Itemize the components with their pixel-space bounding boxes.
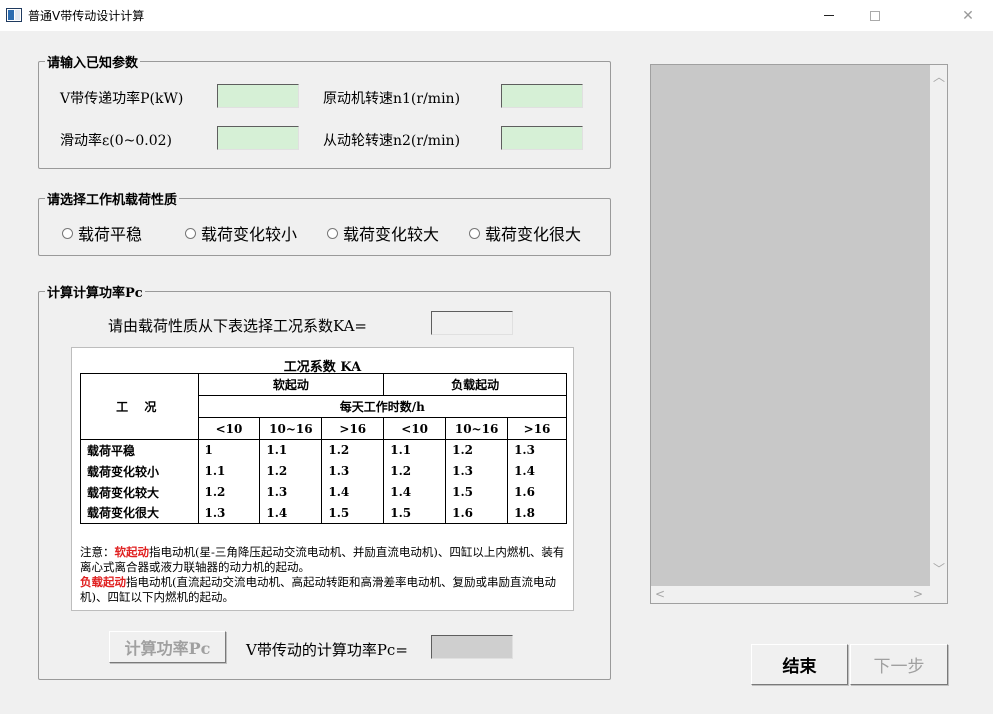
ka-row-name: 载荷变化较小 [80,460,199,482]
ka-row-name: 载荷平稳 [80,439,199,461]
ka-load-start-header: 负载起动 [383,373,567,396]
ka-note-prefix: 注意： [80,545,115,559]
ka-table: 工 况 软起动 负载起动 每天工作时数/h <10 10~16 >16 <10 … [80,373,568,524]
radio-button-icon [469,227,480,239]
window-title: 普通V带传动设计计算 [28,9,145,23]
ka-cell: 1.2 [321,439,385,461]
radio-load-large-variation[interactable]: 载荷变化较大 [327,221,439,245]
ka-note: 注意：软起动指电动机(星-三角降压起动交流电动机、并励直流电动机)、四缸以上内燃… [80,545,570,605]
ka-row-name: 载荷变化很大 [80,502,199,524]
close-button[interactable]: ✕ [945,0,991,31]
ka-cell: 1.3 [445,460,509,482]
scroll-up-icon[interactable]: ︿ [933,71,945,83]
ka-cell: 1.5 [383,502,447,524]
load-type-legend: 请选择工作机载荷性质 [47,193,178,208]
ka-input[interactable] [431,311,513,335]
scroll-right-icon[interactable]: > [913,588,923,600]
ka-cell: 1.6 [445,502,509,524]
vertical-scrollbar[interactable]: ︿ ﹀ [930,65,947,588]
ka-note-soft-term: 软起动 [114,545,150,559]
maximize-icon [870,10,880,21]
radio-load-steady[interactable]: 载荷平稳 [62,221,142,245]
radio-label: 载荷变化很大 [485,225,582,244]
ka-table-figure: 工况系数 KA 工 况 软起动 负载起动 每天工作时数/h <10 10~16 … [71,347,574,611]
calc-legend: 计算计算功率Pc [47,286,143,301]
driven-speed-label: 从动轮转速n2(r/min) [323,133,461,149]
known-params-group: 请输入已知参数 [38,52,611,169]
ka-cell: 1.3 [197,502,261,524]
ka-row-name: 载荷变化较大 [80,481,199,503]
slip-label: 滑动率ε(0~0.02) [60,133,172,149]
radio-label: 载荷平稳 [78,225,143,244]
ka-cell: 1.4 [321,481,385,503]
ka-cell: 1.1 [259,439,323,461]
ka-hour-col: >16 [321,417,385,440]
ka-note-soft-text: 指电动机(星-三角降压起动交流电动机、并励直流电动机)、四缸以上内燃机、装有离心… [80,545,565,574]
ka-note-load-term: 负载起动 [80,575,126,589]
maximize-button[interactable] [852,0,898,31]
ka-hour-col: 10~16 [259,417,323,440]
ka-hour-col: 10~16 [445,417,509,440]
ka-prompt-label: 请由载荷性质从下表选择工况系数KA= [108,317,368,335]
ka-cell: 1 [197,439,261,461]
next-step-button[interactable]: 下一步 [850,644,948,685]
scroll-left-icon[interactable]: < [655,588,665,600]
ka-hour-col: <10 [197,417,261,440]
power-input[interactable] [217,84,299,108]
radio-label: 载荷变化较小 [201,225,298,244]
ka-cell: 1.3 [321,460,385,482]
minimize-button[interactable] [806,0,852,31]
ka-cell: 1.4 [259,502,323,524]
radio-button-icon [62,227,73,239]
ka-cell: 1.4 [383,481,447,503]
ka-cell: 1.1 [383,439,447,461]
driven-speed-input[interactable] [501,126,583,150]
scrollbar-corner [930,586,947,603]
radio-button-icon [327,227,338,239]
ka-cell: 1.5 [321,502,385,524]
ka-cell: 1.5 [445,481,509,503]
ka-soft-start-header: 软起动 [197,373,385,396]
radio-button-icon [185,227,196,239]
minimize-icon [824,15,834,16]
radio-load-small-variation[interactable]: 载荷变化较小 [185,221,297,245]
ka-hour-col: >16 [507,417,567,440]
ka-hours-header: 每天工作时数/h [197,395,568,418]
app-icon [6,8,22,22]
ka-note-load-text: 指电动机(直流起动交流电动机、高起动转距和高滑差率电动机、复励或串励直流电动机)… [80,575,556,604]
motor-speed-label: 原动机转速n1(r/min) [323,91,461,107]
ka-cell: 1.2 [445,439,509,461]
title-bar: 普通V带传动设计计算 ✕ [0,0,993,31]
ka-cell: 1.1 [197,460,261,482]
ka-cell: 1.2 [197,481,261,503]
calc-power-button[interactable]: 计算功率Pc [109,631,226,663]
ka-cell: 1.2 [259,460,323,482]
known-params-legend: 请输入已知参数 [47,56,139,71]
slip-input[interactable] [217,126,299,150]
ka-cell: 1.8 [507,502,567,524]
scroll-down-icon[interactable]: ﹀ [933,563,945,575]
ka-cell: 1.6 [507,481,567,503]
radio-label: 载荷变化较大 [343,225,440,244]
horizontal-scrollbar[interactable]: < > [651,586,932,603]
table-row: 载荷变化很大 1.3 1.4 1.5 1.5 1.6 1.8 [80,502,567,524]
output-text-area[interactable]: ︿ ﹀ < > [650,64,948,604]
ka-cell: 1.3 [259,481,323,503]
pc-output-field[interactable] [431,635,513,659]
ka-condition-header: 工 况 [80,373,199,440]
table-row: 载荷变化较小 1.1 1.2 1.3 1.2 1.3 1.4 [80,460,567,482]
close-icon: ✕ [962,7,974,24]
table-row: 载荷变化较大 1.2 1.3 1.4 1.4 1.5 1.6 [80,481,567,503]
pc-label: V带传动的计算功率Pc= [246,641,408,659]
radio-load-very-large-variation[interactable]: 载荷变化很大 [469,221,581,245]
ka-cell: 1.3 [507,439,567,461]
ka-hour-col: <10 [383,417,447,440]
ka-cell: 1.4 [507,460,567,482]
power-label: V带传递功率P(kW) [60,91,184,107]
motor-speed-input[interactable] [501,84,583,108]
ka-cell: 1.2 [383,460,447,482]
table-row: 载荷平稳 1 1.1 1.2 1.1 1.2 1.3 [80,439,567,461]
finish-button[interactable]: 结束 [751,644,848,685]
